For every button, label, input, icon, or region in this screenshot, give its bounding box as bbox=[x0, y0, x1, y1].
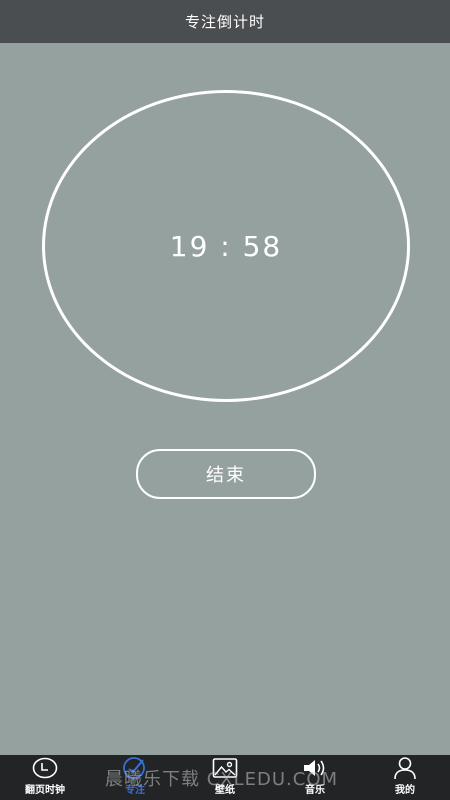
clock-icon bbox=[32, 756, 58, 780]
top-bar: 专注倒计时 bbox=[0, 0, 450, 43]
nav-item-flip-clock[interactable]: 翻页时钟 bbox=[0, 755, 90, 800]
speaker-icon bbox=[302, 756, 328, 780]
page-title: 专注倒计时 bbox=[184, 13, 265, 31]
timer-ring: 19 : 58 bbox=[42, 90, 410, 402]
nav-item-label: 翻页时钟 bbox=[25, 785, 65, 796]
countdown-display: 19 : 58 bbox=[169, 229, 283, 263]
bottom-nav: 翻页时钟 专注 壁纸 音乐 我的 bbox=[0, 755, 450, 800]
end-button-label: 结束 bbox=[206, 465, 246, 486]
focus-icon bbox=[122, 756, 148, 780]
nav-item-profile[interactable]: 我的 bbox=[360, 755, 450, 800]
nav-item-label: 我的 bbox=[395, 785, 415, 796]
nav-item-music[interactable]: 音乐 bbox=[270, 755, 360, 800]
image-icon bbox=[212, 756, 238, 780]
end-button[interactable]: 结束 bbox=[136, 449, 316, 499]
nav-item-label: 音乐 bbox=[305, 785, 325, 796]
nav-item-focus[interactable]: 专注 bbox=[90, 755, 180, 800]
person-icon bbox=[392, 756, 418, 780]
nav-item-wallpaper[interactable]: 壁纸 bbox=[180, 755, 270, 800]
nav-item-label: 壁纸 bbox=[215, 785, 235, 796]
nav-item-label: 专注 bbox=[125, 785, 145, 796]
app-screen: 专注倒计时 19 : 58 结束 翻页时钟 专注 壁纸 音乐 我的 晨曦乐下载 … bbox=[0, 0, 450, 800]
